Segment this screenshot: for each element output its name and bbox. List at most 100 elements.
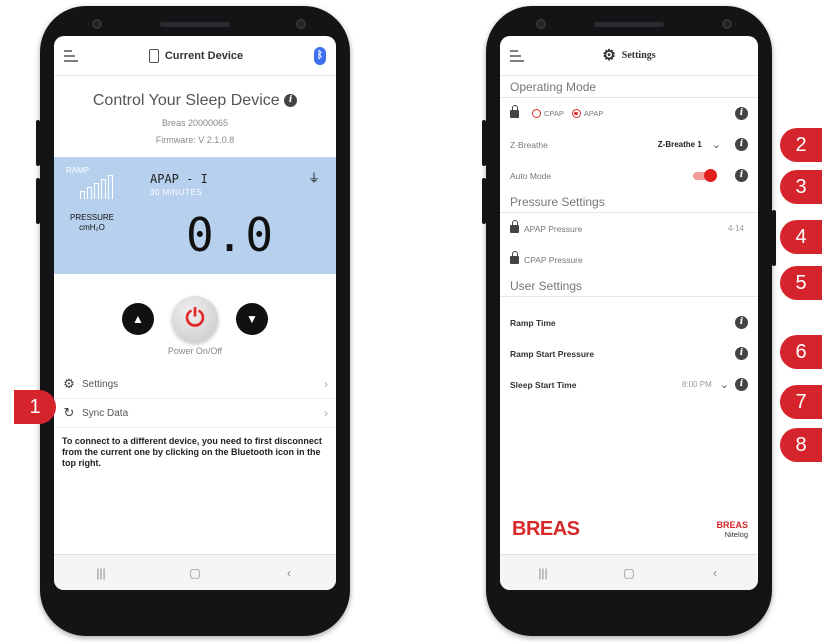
menu-item-label: Sync Data [82,407,129,419]
info-icon[interactable]: i [735,169,748,182]
section-operating-mode: Operating Mode [500,76,758,98]
control-title-text: Control Your Sleep Device [92,92,280,109]
menu-item-label: Settings [82,378,119,390]
camera-icon [92,19,102,29]
section-user-settings: User Settings [500,275,758,297]
back-icon[interactable]: ‹ [705,566,725,580]
callout-badge-1: 1 [14,390,56,424]
bixby-button [482,178,486,224]
cpap-pressure-label: CPAP Pressure [524,254,583,265]
gear-icon: ⚙ [63,376,75,391]
back-icon[interactable]: ‹ [279,566,299,580]
nitelog-logo: BREAS Nitelog [716,520,748,540]
info-icon[interactable]: i [735,316,748,329]
home-icon[interactable]: ▢ [619,566,639,580]
chevron-right-icon: › [324,377,328,391]
control-title: Control Your Sleep Device i [54,92,336,110]
radio-apap[interactable] [571,109,581,118]
left-phone: Current Device ᛒ Control Your Sleep Devi… [40,6,350,636]
nitelog-name: Nitelog [724,530,748,539]
android-nav-bar: ||| ▢ ‹ [500,554,758,590]
sleep-start-time-row[interactable]: Sleep Start Time 8:00 PM ⌄ i [500,369,758,400]
lock-icon [510,219,519,233]
pressure-value: 0.0 [186,208,276,262]
auto-mode-toggle[interactable] [693,168,717,182]
radio-cpap-label: CPAP [544,109,564,118]
phone-device-icon [148,48,159,63]
info-icon[interactable]: i [735,138,748,151]
right-phone: ⚙ Settings Operating Mode CPAP APAP i Z-… [486,6,772,636]
callout-badge-4: 4 [780,220,822,254]
recents-icon[interactable]: ||| [533,566,553,580]
firmware-version: Firmware: V 2.1.0.8 [155,135,235,145]
apap-pressure-row[interactable]: APAP Pressure 4-14 [500,213,758,244]
radio-cpap[interactable] [532,109,541,118]
speaker-grille [594,22,664,27]
ramp-start-pressure-row[interactable]: Ramp Start Pressure i [500,338,758,369]
header-title-text: Current Device [164,49,244,62]
callout-badge-3: 3 [780,170,822,204]
menu-item-sync-data[interactable]: ↻ Sync Data › [54,399,336,428]
menu-icon[interactable] [64,49,78,62]
apap-pressure-value: 4-14 [727,224,744,233]
sensor-icon [296,19,306,29]
sleep-start-time-label: Sleep Start Time [510,379,577,390]
sleep-start-time-value[interactable]: 8:00 PM [682,380,712,389]
home-icon[interactable]: ▢ [185,566,205,580]
ramp-label: RAMP [66,166,90,175]
bixby-button [36,178,40,224]
info-icon[interactable]: i [735,347,748,360]
header-title-text: Settings [621,50,656,61]
device-serial: Breas 20000065 [161,118,229,128]
info-icon[interactable]: i [284,94,298,108]
apap-pressure-label: APAP Pressure [524,223,583,234]
cpap-pressure-row[interactable]: CPAP Pressure [500,244,758,275]
power-label: Power On/Off [167,346,223,356]
auto-mode-label: Auto Mode [510,170,552,181]
z-breathe-select[interactable]: Z-Breathe 1 [658,140,702,149]
callout-badge-7: 7 [780,385,822,419]
info-icon[interactable]: i [735,107,748,120]
app-bar: ⚙ Settings [500,36,758,76]
chevron-right-icon: › [324,406,328,420]
volume-button [36,120,40,166]
callout-badge-5: 5 [780,266,822,300]
power-side-button [772,210,776,266]
radio-apap-label: APAP [583,109,604,118]
sync-icon: ↻ [63,405,75,420]
menu-icon[interactable] [510,49,524,62]
breas-logo: BREAS [512,518,580,540]
section-pressure-settings: Pressure Settings [500,191,758,213]
menu-item-settings[interactable]: ⚙ Settings › [54,370,336,399]
ramp-time-row[interactable]: Ramp Time i [500,307,758,338]
recents-icon[interactable]: ||| [91,566,111,580]
pressure-up-button[interactable]: ▲ [122,303,154,335]
lock-icon [510,104,519,118]
volume-button [482,120,486,166]
camera-icon [536,19,546,29]
info-icon[interactable]: i [735,378,748,391]
z-breathe-label: Z-Breathe [510,139,548,150]
gear-icon: ⚙ [602,48,616,64]
callout-badge-6: 6 [780,335,822,369]
left-screen: Current Device ᛒ Control Your Sleep Devi… [54,36,336,590]
ramp-time: 30 MINUTES [150,188,203,197]
android-nav-bar: ||| ▢ ‹ [54,554,336,590]
therapy-mode: APAP - I [150,172,208,186]
ramp-bars-icon [80,175,113,199]
callout-badge-2: 2 [780,128,822,162]
power-button[interactable]: ⏻ [172,296,218,342]
disconnect-note: To connect to a different device, you ne… [62,436,322,468]
sensor-icon [722,19,732,29]
pressure-unit: cmH₂O [79,223,105,232]
lock-icon [510,250,519,264]
bluetooth-icon[interactable]: ᛒ [313,46,326,65]
header-title: Current Device [148,48,244,63]
app-bar: Current Device ᛒ [54,36,336,76]
chevron-down-icon[interactable]: ⌄ [720,378,729,391]
pressure-down-button[interactable]: ▼ [236,303,268,335]
right-screen: ⚙ Settings Operating Mode CPAP APAP i Z-… [500,36,758,590]
device-lcd-display: RAMP APAP - I 30 MINUTES ⏚ PRESSURE cmH₂… [54,157,336,274]
pressure-unit-label: PRESSURE cmH₂O [70,213,114,233]
chevron-down-icon[interactable]: ⌄ [712,138,721,151]
